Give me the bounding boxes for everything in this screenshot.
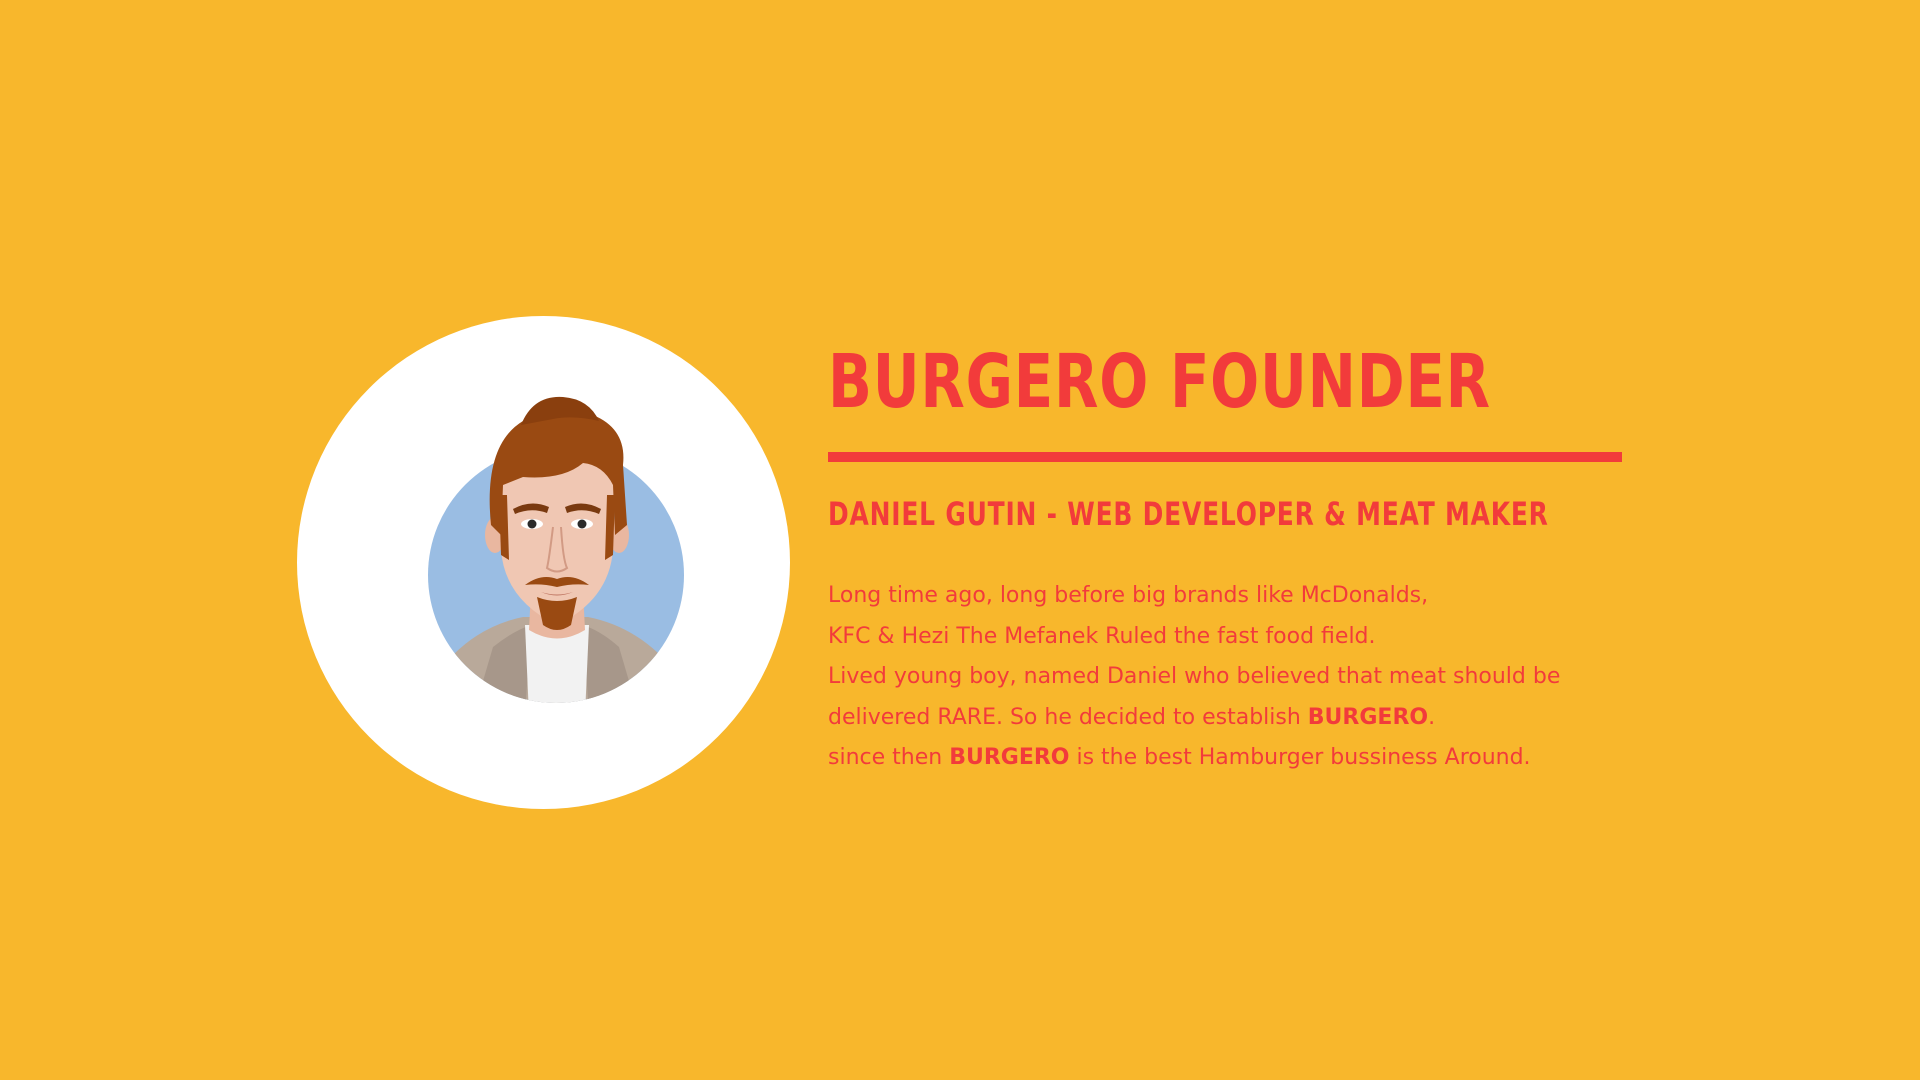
page-title: BURGERO FOUNDER [828, 339, 1491, 425]
founder-story: Long time ago, long before big brands li… [828, 576, 1628, 779]
story-text: . [1428, 704, 1436, 730]
story-line: Lived young boy, named Daniel who believ… [828, 664, 1561, 689]
title-underline [828, 452, 1622, 462]
story-text: since then [828, 745, 950, 770]
story-text: is the best Hamburger bussiness Around. [1069, 745, 1531, 770]
brand-name: BURGERO [949, 745, 1070, 770]
story-text: delivered RARE. So he decided to establi… [828, 704, 1308, 730]
story-line: since then BURGERO is the best Hamburger… [828, 738, 1628, 779]
founder-subtitle: DANIEL GUTIN - WEB DEVELOPER & MEAT MAKE… [828, 495, 1549, 533]
story-line: Long time ago, long before big brands li… [828, 583, 1429, 608]
story-line: delivered RARE. So he decided to establi… [828, 698, 1628, 739]
brand-name: BURGERO [1307, 704, 1429, 730]
founder-portrait-icon [428, 396, 684, 703]
founder-content: BURGERO FOUNDER DANIEL GUTIN - WEB DEVEL… [828, 330, 1628, 779]
founder-section: BURGERO FOUNDER DANIEL GUTIN - WEB DEVEL… [0, 0, 1920, 1080]
story-line: KFC & Hezi The Mefanek Ruled the fast fo… [828, 623, 1376, 649]
